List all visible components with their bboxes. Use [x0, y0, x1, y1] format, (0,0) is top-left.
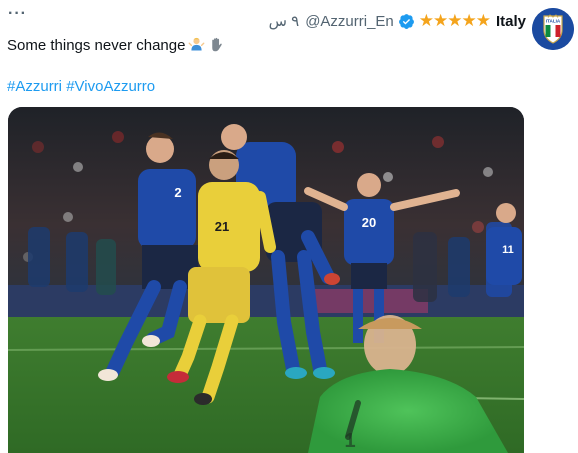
hashtag-vivoazzurro[interactable]: #VivoAzzurro [66, 78, 155, 95]
tweet-text: Some things never change [7, 36, 225, 54]
author-name[interactable]: Italy [496, 13, 526, 30]
hashtag-azzurri[interactable]: #Azzurri [7, 78, 62, 95]
italy-crest-icon: ITALIA [532, 8, 574, 50]
keeper-number-1: 1 [344, 430, 355, 452]
celebration-photo: 20 11 2 21 1 [8, 107, 524, 453]
verified-badge-icon [398, 13, 414, 29]
more-options-icon[interactable]: ··· [8, 6, 27, 22]
tweet-time[interactable]: ٩ س [269, 12, 300, 30]
hashtag-row: #Azzurri #VivoAzzurro [7, 78, 155, 95]
person-shrugging-icon [189, 37, 205, 51]
avatar-badge-text: ITALIA [546, 19, 561, 24]
rating-stars: ★★★★★ [418, 11, 491, 30]
tweet-photo[interactable]: 20 11 2 21 1 [8, 107, 524, 453]
jersey-number-20: 20 [362, 215, 376, 230]
raised-back-of-hand-icon [212, 37, 223, 52]
jersey-number-21: 21 [215, 219, 229, 234]
author-avatar[interactable]: ITALIA [532, 8, 574, 50]
author-handle[interactable]: @Azzurri_En [305, 13, 394, 30]
jersey-number-2: 2 [174, 185, 181, 200]
tweet-card[interactable]: ··· ٩ س @Azzurri_En ★★★★★ Italy ITALIA S… [0, 0, 578, 453]
jersey-number-11: 11 [502, 244, 514, 256]
tweet-body: Some things never change [7, 37, 186, 54]
tweet-header: ٩ س @Azzurri_En ★★★★★ Italy [269, 10, 526, 32]
